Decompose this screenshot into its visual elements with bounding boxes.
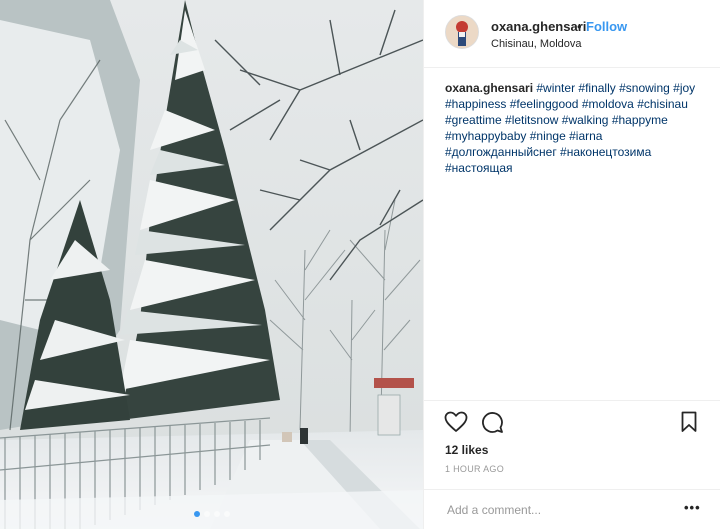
- winter-photo: [0, 0, 423, 529]
- avatar-image: [446, 16, 478, 48]
- comment-input[interactable]: [445, 502, 669, 518]
- post-sidebar: oxana.ghensari • Follow Chisinau, Moldov…: [423, 0, 720, 529]
- hashtag-link[interactable]: #winter: [536, 81, 575, 95]
- caption-username[interactable]: oxana.ghensari: [445, 81, 533, 95]
- hashtag-link[interactable]: #настоящая: [445, 161, 513, 175]
- hashtag-link[interactable]: #moldova: [582, 97, 634, 111]
- post-timestamp[interactable]: 1 HOUR AGO: [445, 464, 504, 474]
- carousel-dots: [0, 511, 423, 517]
- hashtag-link[interactable]: #iarna: [569, 129, 602, 143]
- hashtag-link[interactable]: #happiness: [445, 97, 506, 111]
- carousel-dot[interactable]: [193, 511, 200, 517]
- comment-icon[interactable]: [480, 410, 504, 439]
- hashtag-link[interactable]: #myhappybaby: [445, 129, 526, 143]
- location-link[interactable]: Chisinau, Moldova: [491, 38, 582, 50]
- hashtag-link[interactable]: #happyme: [612, 113, 668, 127]
- carousel-dot[interactable]: [213, 511, 220, 517]
- post-caption: oxana.ghensari #winter #finally #snowing…: [445, 80, 710, 176]
- avatar[interactable]: [445, 15, 479, 49]
- heart-icon[interactable]: [444, 411, 468, 438]
- hashtag-link[interactable]: #snowing: [619, 81, 670, 95]
- hashtag-link[interactable]: #letitsnow: [505, 113, 558, 127]
- header-username[interactable]: oxana.ghensari: [491, 19, 586, 34]
- bookmark-icon[interactable]: [681, 411, 697, 438]
- hashtag-list: #winter #finally #snowing #joy #happines…: [445, 81, 695, 175]
- post-photo[interactable]: [0, 0, 423, 529]
- hashtag-link[interactable]: #joy: [673, 81, 695, 95]
- hashtag-link[interactable]: #feelinggood: [510, 97, 579, 111]
- likes-count[interactable]: 12 likes: [445, 443, 488, 457]
- instagram-post: oxana.ghensari • Follow Chisinau, Moldov…: [0, 0, 720, 529]
- more-options-button[interactable]: •••: [684, 500, 701, 515]
- hashtag-link[interactable]: #наконецтозима: [560, 145, 651, 159]
- hashtag-link[interactable]: #walking: [562, 113, 609, 127]
- post-actions: 12 likes 1 HOUR AGO •••: [424, 400, 720, 530]
- carousel-dot[interactable]: [203, 511, 210, 517]
- follow-button[interactable]: Follow: [586, 19, 627, 34]
- comment-bar: •••: [424, 489, 720, 531]
- post-header: oxana.ghensari • Follow Chisinau, Moldov…: [424, 0, 720, 68]
- carousel-dot[interactable]: [223, 511, 230, 517]
- hashtag-link[interactable]: #долгожданныйснег: [445, 145, 557, 159]
- hashtag-link[interactable]: #finally: [578, 81, 615, 95]
- hashtag-link[interactable]: #greattime: [445, 113, 502, 127]
- hashtag-link[interactable]: #ninge: [530, 129, 566, 143]
- hashtag-link[interactable]: #chisinau: [637, 97, 688, 111]
- separator-bullet: •: [577, 19, 582, 34]
